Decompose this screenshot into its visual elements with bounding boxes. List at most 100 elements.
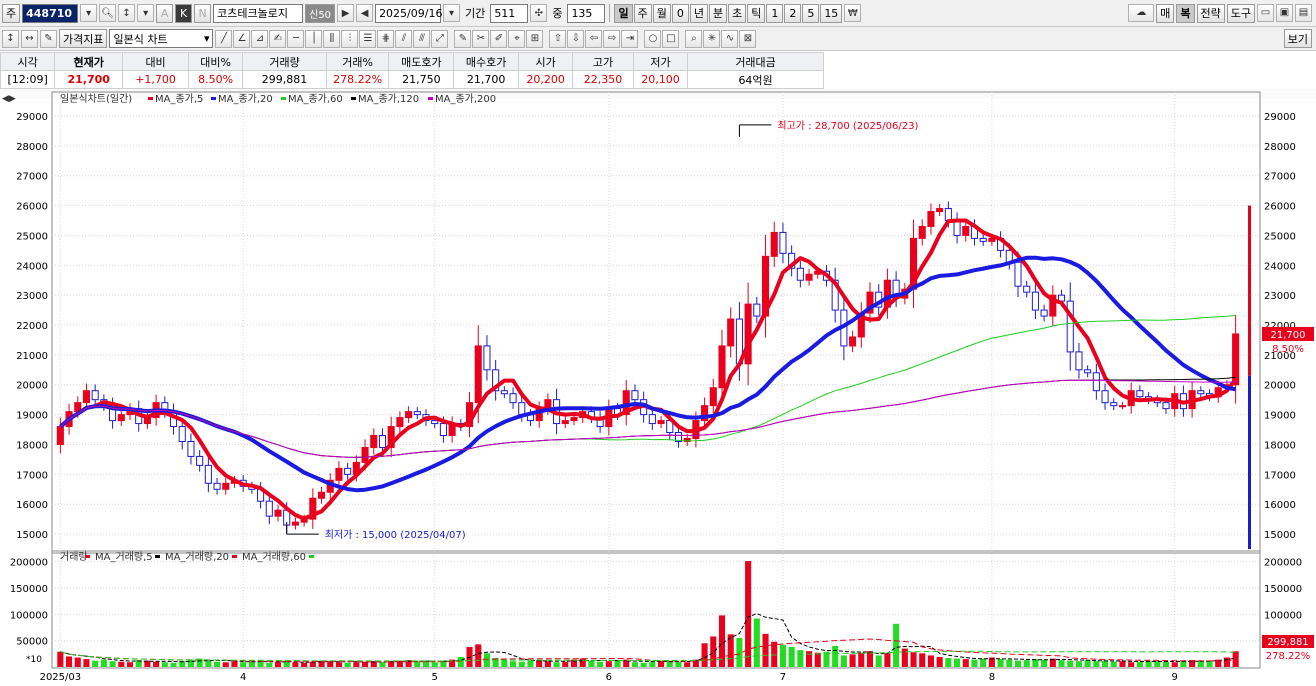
volume-tick-label-right: 150000 (1264, 584, 1302, 595)
volume-bar (753, 618, 760, 667)
volume-bars (57, 561, 1239, 667)
folder-icon[interactable]: ▭ (1257, 3, 1274, 22)
scissors-tool-icon[interactable]: ✂ (472, 29, 490, 48)
wave-tool-icon[interactable]: ∿ (721, 29, 739, 48)
vline-tool-icon[interactable]: │ (305, 29, 323, 48)
grid-tool-icon[interactable]: ⋕ (377, 29, 395, 48)
code-dropdown-icon[interactable]: ▾ (80, 4, 98, 22)
circle-tool-icon[interactable]: ○ (644, 29, 662, 48)
tools-button[interactable]: 도구 (1226, 3, 1255, 23)
arrow-updown-icon[interactable]: ↕ (2, 29, 19, 48)
candle (631, 390, 639, 401)
search-icon[interactable]: 🔍︎ (99, 4, 117, 22)
tab-period-8[interactable]: 1 (766, 3, 784, 23)
date-input[interactable]: 2025/09/16 (375, 3, 442, 23)
volume-bar (388, 661, 395, 667)
channel-tool-icon[interactable]: ⫻ (413, 29, 431, 48)
stock-name-field[interactable]: 코츠테크놀로지 (213, 3, 304, 23)
sort-icon[interactable]: ↕ (118, 4, 136, 22)
candle (178, 426, 186, 442)
volume-bar (762, 633, 769, 667)
box-tool-icon[interactable]: ⊞ (526, 29, 544, 48)
indicator-select[interactable]: 가격지표 (59, 29, 108, 48)
volume-tick-label-right: 100000 (1264, 610, 1302, 621)
hline-tool-icon[interactable]: ─ (287, 29, 305, 48)
n-button[interactable]: N (194, 3, 212, 23)
angle-tool-icon[interactable]: ∠ (233, 29, 251, 48)
star-tool-icon[interactable]: ✳ (703, 29, 721, 48)
y-tick-label-right: 17000 (1264, 470, 1296, 481)
delete-tool-icon[interactable]: ⊠ (739, 29, 757, 48)
candle (344, 467, 352, 475)
volume-legend-swatch (232, 555, 237, 558)
fibo-icon-b-tool-icon[interactable]: ⫶ (341, 29, 359, 48)
candle (753, 303, 761, 317)
right-button-2[interactable]: 복 (1176, 3, 1195, 23)
sort-dropdown-icon[interactable]: ▾ (137, 4, 155, 22)
volume-bar (945, 658, 952, 667)
candle (770, 231, 778, 257)
prev-icon[interactable]: ◀ (356, 4, 374, 22)
fibo-icon-a-tool-icon[interactable]: ⫼ (323, 29, 341, 48)
volume-bar (954, 658, 961, 667)
volume-bar (475, 644, 482, 667)
target-tool-icon[interactable]: ⌖ (508, 29, 526, 48)
tab-period-5[interactable]: 분 (708, 3, 728, 23)
calendar-dropdown-icon[interactable]: ▾ (443, 4, 461, 22)
expand-tool-icon[interactable]: ⤢ (431, 29, 449, 48)
cloud-icon[interactable]: ☁ (1128, 3, 1155, 22)
code-input[interactable]: 448710 (22, 3, 79, 23)
count-input[interactable]: 135 (567, 3, 606, 23)
volume-bar (222, 662, 229, 667)
tab-period-7[interactable]: 틱 (747, 3, 766, 23)
legend-entry: MA_종가,20 (218, 93, 273, 105)
save-icon[interactable]: ▣ (1276, 3, 1293, 22)
triangle-tool-icon[interactable]: ⊿ (251, 29, 269, 48)
quote-header-5: 거래% (325, 52, 390, 71)
tab-period-4[interactable]: 년 (689, 3, 708, 23)
left-arrow-tool-icon[interactable]: ⇦ (585, 29, 603, 48)
legend-swatch (351, 97, 356, 100)
strategy-button[interactable]: 전략 (1196, 3, 1225, 23)
tab-period-11[interactable]: 15 (820, 3, 843, 23)
right-arrow-tool-icon[interactable]: ⇨ (603, 29, 621, 48)
drawing-tools: ╱ ∠ ⊿ ✍ ─ │ ⫼ ⫶ ☰ ⋕ ⫽ ⫻ ⤢ ✎ ✂ ✐ ⌖ ⊞ ⇧ ⇩ ⇦ ⇨ ⇥ ○ □ ⌕ ✳ ∿ ⊠ (215, 29, 757, 48)
print-icon[interactable]: ▤ (1295, 3, 1312, 22)
volume-bar (240, 662, 247, 667)
parallel-tool-icon[interactable]: ⫽ (395, 29, 413, 48)
price-chart[interactable]: 15000 15000 16000 16000 17000 17000 18000 18000… (0, 89, 1316, 686)
right-button-1[interactable]: 매 (1156, 3, 1175, 23)
zoom-tool-icon[interactable]: ⌕ (685, 29, 703, 48)
tab-period-1[interactable]: 주 (633, 3, 652, 23)
down-arrow-tool-icon[interactable]: ⇩ (567, 29, 585, 48)
arrow-leftright-icon[interactable]: ↔ (21, 29, 38, 48)
y-tick-label-left: 15000 (16, 530, 48, 541)
marker-tool-icon[interactable]: ✐ (490, 29, 508, 48)
period-input[interactable]: 511 (490, 3, 529, 23)
up-arrow-tool-icon[interactable]: ⇧ (549, 29, 567, 48)
tab-period-10[interactable]: 5 (802, 3, 820, 23)
y-tick-label-left: 16000 (16, 500, 48, 511)
toolbar-right-2: 보기 (1283, 29, 1316, 48)
market-button[interactable]: 주 (2, 3, 21, 23)
chart-type-select[interactable]: 일본식 차트 ▾ (109, 29, 214, 48)
tab-period-9[interactable]: 2 (784, 3, 802, 23)
a-button[interactable]: A (156, 3, 174, 23)
tick-chart-icon[interactable]: ₩ (844, 4, 862, 22)
pen-tool-icon[interactable]: ✍ (269, 29, 287, 48)
menu-tool-icon[interactable]: ☰ (359, 29, 377, 48)
edit-icon[interactable]: ✎ (40, 29, 57, 48)
crosshair-icon[interactable]: ✣ (530, 4, 548, 22)
jump-tool-icon[interactable]: ⇥ (621, 29, 639, 48)
line-tool-icon[interactable]: ╱ (215, 29, 233, 48)
tab-period-2[interactable]: 월 (652, 3, 671, 23)
volume-bar (1162, 661, 1170, 667)
square-tool-icon[interactable]: □ (662, 29, 680, 48)
tab-period-0[interactable]: 일 (614, 3, 633, 23)
tab-period-3[interactable]: 0 (671, 3, 689, 23)
tab-period-6[interactable]: 초 (728, 3, 747, 23)
play-icon[interactable]: ▶ (337, 4, 355, 22)
k-button[interactable]: K (175, 3, 193, 23)
view-button[interactable]: 보기 (1283, 29, 1312, 48)
pencil-tool-icon[interactable]: ✎ (454, 29, 472, 48)
